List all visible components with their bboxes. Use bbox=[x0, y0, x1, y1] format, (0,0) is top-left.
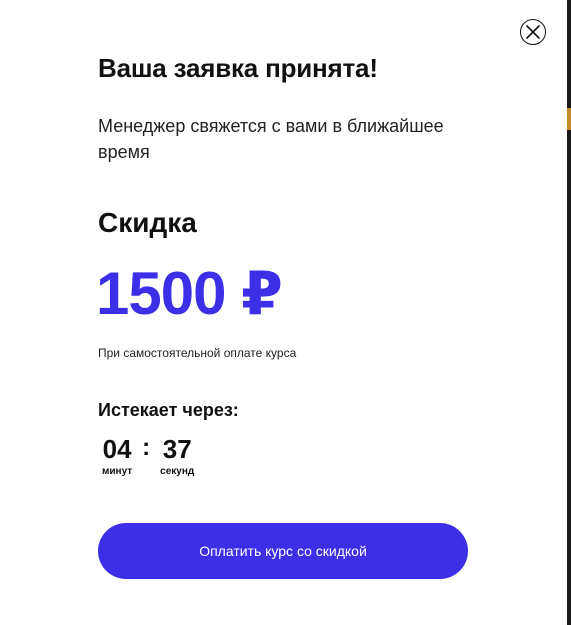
expires-label: Истекает через: bbox=[98, 400, 239, 420]
timer-seconds: 37 секунд bbox=[160, 434, 194, 477]
timer-minutes-value: 04 bbox=[102, 434, 132, 464]
close-icon bbox=[526, 25, 540, 39]
close-button[interactable] bbox=[520, 19, 546, 45]
timer-seconds-value: 37 bbox=[162, 434, 192, 464]
timer-separator: : bbox=[142, 434, 151, 461]
pay-with-discount-button[interactable]: Оплатить курс со скидкой bbox=[98, 523, 468, 579]
timer-minutes-caption: минут bbox=[102, 466, 133, 477]
timer-minutes: 04 минут bbox=[102, 434, 132, 477]
discount-label: Скидка bbox=[98, 207, 197, 238]
discount-note: При самостоятельной оплате курса bbox=[98, 346, 297, 360]
modal-title: Ваша заявка принята! bbox=[98, 53, 378, 83]
timer-seconds-caption: секунд bbox=[160, 466, 195, 477]
background-page-edge bbox=[567, 0, 571, 625]
success-modal: Ваша заявка принята! Менеджер свяжется с… bbox=[0, 0, 571, 625]
modal-subtitle: Менеджер свяжется с вами в ближайшее вре… bbox=[98, 116, 444, 162]
discount-amount: 1500 ₽ bbox=[96, 260, 283, 327]
countdown-timer: 04 минут : 37 секунд bbox=[102, 434, 194, 477]
background-page-accent bbox=[567, 108, 571, 130]
